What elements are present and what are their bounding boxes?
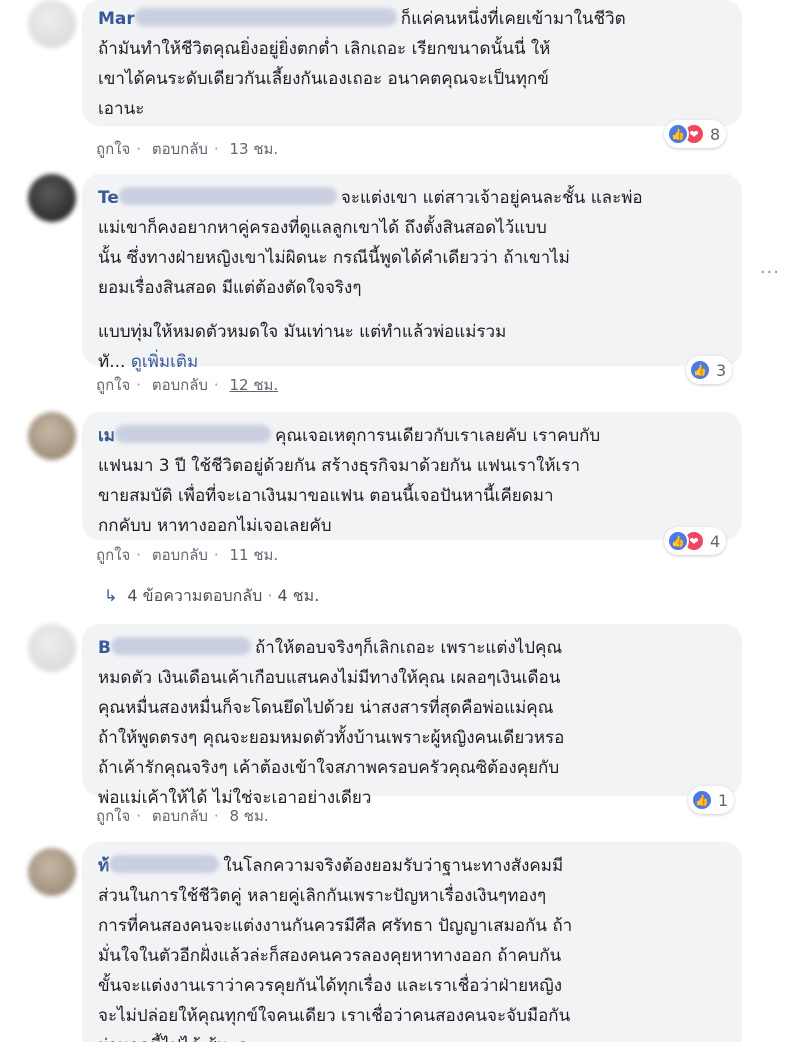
commenter-name[interactable]: B (98, 637, 255, 658)
like-reaction-icon: 👍 (689, 359, 711, 381)
comment-line: กกคับบ หาทางออกไม่เจอเลยคับ (98, 516, 332, 536)
reply-link[interactable]: ตอบกลับ (152, 376, 208, 394)
comment-line: เขาได้คนระดับเดียวกันเลี้ยงกันเองเถอะ อน… (98, 69, 549, 89)
timestamp[interactable]: 12 ชม. (229, 376, 278, 394)
comment-bubble: B ถ้าให้ตอบจริงๆก็เลิกเถอะ เพราะแต่งไปคุณ… (82, 624, 742, 808)
comment-line: ถ้าเค้ารักคุณจริงๆ เค้าต้องเข้าใจสภาพครอ… (98, 758, 560, 778)
redacted-name (118, 187, 337, 205)
comment-line: นั้น ซึ่งทางฝ่ายหญิงเขาไม่ผิดนะ กรณีนี้พ… (98, 248, 570, 268)
avatar[interactable] (28, 624, 76, 672)
comment-line: ส่วนในการใช้ชีวิตคู่ หลายคู่เลิกกันเพราะ… (98, 886, 547, 906)
comment-line: ขั้นจะแต่งงานเราว่าควรคุยกันได้ทุกเรื่อง… (98, 976, 563, 996)
comment-text: ในโลกความจริงต้องยอมรับว่าฐานะทางสังคมมี (223, 856, 564, 876)
comment-line: ถ้ามันทำให้ชีวิตคุณยิ่งอยู่ยิ่งตกต่ำ เลิ… (98, 39, 551, 59)
timestamp[interactable]: 8 ชม. (229, 807, 268, 825)
reaction-summary[interactable]: 👍 3 (686, 356, 733, 384)
timestamp[interactable]: 11 ชม. (229, 546, 278, 564)
reaction-count: 1 (718, 790, 729, 810)
redacted-name (110, 637, 251, 655)
comment-actions: ถูกใจ · ตอบกลับ · 13 ชม. (96, 140, 279, 158)
reaction-count: 3 (716, 360, 727, 380)
comment-line: การที่คนสองคนจะแต่งงานกันควรมีศีล ศรัทธา… (98, 916, 573, 936)
comment-text: จะแต่งเขา แต่สาวเจ้าอยู่คนละชั้น และพ่อ (340, 188, 643, 208)
comment-bubble: เม คุณเจอเหตุการนเดียวกับเราเลยคับ เราคบก… (82, 412, 742, 540)
commenter-name[interactable]: ท้ (98, 855, 223, 876)
see-more-link[interactable]: ดูเพิ่มเติม (131, 352, 198, 372)
comment-line: ยอมเรื่องสินสอด มีแต่ต้องตัดใจจริงๆ (98, 278, 362, 298)
reply-arrow-icon: ↳ (104, 586, 118, 605)
comment-text: ถ้าให้ตอบจริงๆก็เลิกเถอะ เพราะแต่งไปคุณ (254, 638, 563, 658)
comment-line: ผ่านจุดนี้ไปได้ สู้นะคะ (98, 1031, 728, 1042)
comment-bubble: Mar ก็แค่คนหนึ่งที่เคยเข้ามาในชีวิต ถ้ามั… (82, 0, 742, 126)
avatar[interactable] (28, 0, 76, 48)
comment-line: คุณหมื่นสองหมื่นก็จะโดนยึดไปด้วย น่าสงสา… (98, 698, 554, 718)
avatar[interactable] (28, 848, 76, 896)
reply-link[interactable]: ตอบกลับ (152, 546, 208, 564)
more-options-icon[interactable]: ··· (760, 262, 780, 283)
reply-link[interactable]: ตอบกลับ (152, 140, 208, 158)
comment-bubble: ท้ ในโลกความจริงต้องยอมรับว่าฐานะทางสังคม… (82, 842, 742, 1042)
reaction-summary[interactable]: 👍 ❤ 8 (664, 120, 727, 148)
comment-line: จะไม่ปล่อยให้คุณทุกข์ใจคนเดียว เราเชื่อว… (98, 1006, 571, 1026)
commenter-name[interactable]: Te (98, 187, 341, 208)
like-link[interactable]: ถูกใจ (96, 807, 130, 825)
like-link[interactable]: ถูกใจ (96, 376, 130, 394)
commenter-name[interactable]: Mar (98, 8, 401, 29)
comment-actions: ถูกใจ · ตอบกลับ · 8 ชม. (96, 807, 269, 825)
comment-line: แม่เขาก็คงอยากหาคู่ครองที่ดูแลลูกเขาได้ … (98, 218, 547, 238)
comment-text: ก็แค่คนหนึ่งที่เคยเข้ามาในชีวิต (400, 9, 626, 29)
comment-line: ขายสมบัติ เพื่อที่จะเอาเงินมาขอแฟน ตอนนี… (98, 486, 554, 506)
like-reaction-icon: 👍 (667, 530, 689, 552)
reply-link[interactable]: ตอบกลับ (152, 807, 208, 825)
avatar[interactable] (28, 174, 76, 222)
comment-line: ถ้าให้พูดตรงๆ คุณจะยอมหมดตัวทั้งบ้านเพรา… (98, 728, 565, 748)
comment-line: แฟนมา 3 ปี ใช้ชีวิตอยู่ด้วยกัน สร้างธุรก… (98, 456, 581, 476)
avatar[interactable] (28, 412, 76, 460)
reaction-count: 8 (710, 124, 721, 144)
redacted-name (115, 425, 272, 443)
comment-bubble: Te จะแต่งเขา แต่สาวเจ้าอยู่คนละชั้น และพ่… (82, 174, 742, 372)
like-link[interactable]: ถูกใจ (96, 140, 130, 158)
timestamp[interactable]: 13 ชม. (229, 140, 278, 158)
like-reaction-icon: 👍 (667, 123, 689, 145)
reaction-count: 4 (710, 531, 721, 551)
comment-line: แบบทุ่มให้หมดตัวหมดใจ มันเท่านะ แต่ทำแล้… (98, 322, 507, 342)
reaction-summary[interactable]: 👍 1 (688, 786, 735, 814)
comment-actions: ถูกใจ · ตอบกลับ · 11 ชม. (96, 546, 279, 564)
comment-line: เอานะ (98, 99, 145, 119)
comment-actions: ถูกใจ · ตอบกลับ · 12 ชม. (96, 376, 279, 394)
view-replies-link[interactable]: ↳ 4 ข้อความตอบกลับ · 4 ชม. (104, 584, 319, 609)
like-link[interactable]: ถูกใจ (96, 546, 130, 564)
redacted-name (134, 8, 397, 26)
comment-text: คุณเจอเหตุการนเดียวกับเราเลยคับ เราคบกับ (275, 426, 601, 446)
comment-line: หมดตัว เงินเดือนเค้าเกือบแสนคงไม่มีทางให… (98, 668, 561, 688)
redacted-name (109, 855, 220, 873)
reaction-summary[interactable]: 👍 ❤ 4 (664, 527, 727, 555)
commenter-name[interactable]: เม (98, 425, 275, 446)
like-reaction-icon: 👍 (691, 789, 713, 811)
comment-line: มั่นใจในตัวอีกฝั่งแล้วล่ะก็สองคนควรลองคุ… (98, 946, 562, 966)
